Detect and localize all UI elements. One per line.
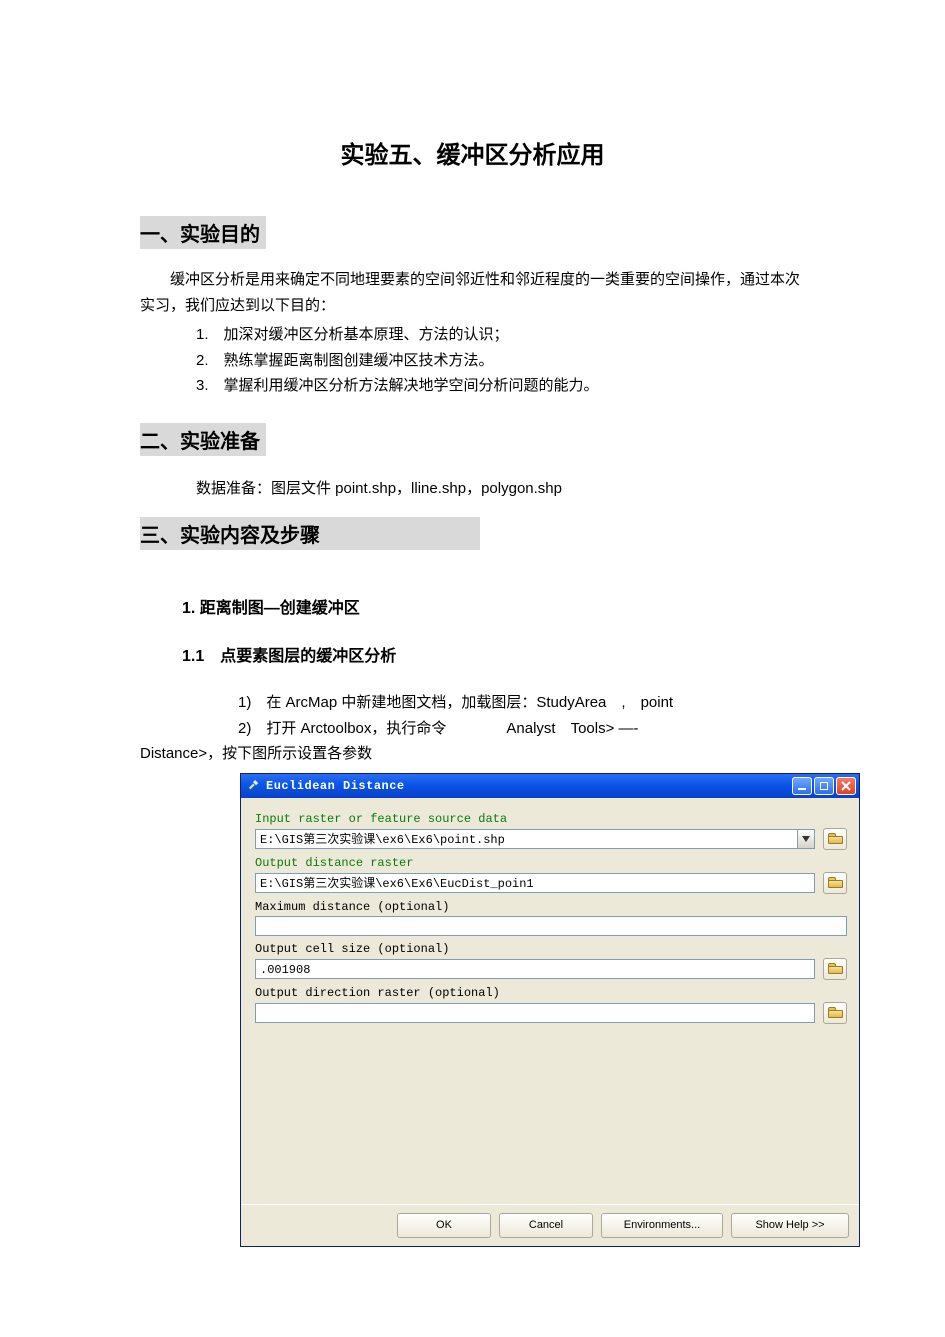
goals-list: 1. 加深对缓冲区分析基本原理、方法的认识； 2. 熟练掌握距离制图创建缓冲区技… [140, 322, 805, 399]
list-item: 3. 掌握利用缓冲区分析方法解决地学空间分析问题的能力。 [196, 373, 805, 399]
steps-block: 1) 在 ArcMap 中新建地图文档，加载图层：StudyArea , poi… [140, 690, 805, 767]
browse-output-direction-button[interactable] [823, 1002, 847, 1024]
page-title: 实验五、缓冲区分析应用 [140, 135, 805, 170]
cell-size-field[interactable]: .001908 [255, 959, 815, 979]
step-item: Distance>，按下图所示设置各参数 [140, 741, 805, 767]
browse-cell-size-button[interactable] [823, 958, 847, 980]
dialog-titlebar[interactable]: Euclidean Distance [241, 774, 859, 798]
label-output-distance: Output distance raster [255, 856, 847, 870]
label-output-direction: Output direction raster (optional) [255, 986, 847, 1000]
intro-paragraph: 缓冲区分析是用来确定不同地理要素的空间邻近性和邻近程度的一类重要的空间操作，通过… [140, 267, 805, 318]
subheading-1-1: 1.1 点要素图层的缓冲区分析 [182, 642, 805, 666]
folder-icon [828, 877, 843, 888]
label-input-raster: Input raster or feature source data [255, 812, 847, 826]
dialog-footer: OK Cancel Environments... Show Help >> [241, 1204, 859, 1246]
ok-button[interactable]: OK [397, 1213, 491, 1238]
folder-icon [828, 963, 843, 974]
dialog-title: Euclidean Distance [266, 779, 405, 793]
section-heading-1: 一、实验目的 [140, 216, 266, 249]
folder-icon [828, 1007, 843, 1018]
label-cell-size: Output cell size (optional) [255, 942, 847, 956]
section-heading-3: 三、实验内容及步骤 [140, 517, 480, 550]
output-direction-field[interactable] [255, 1003, 815, 1023]
step-item: 2) 打开 Arctoolbox，执行命令 Analyst Tools> —- [140, 716, 805, 742]
step-item: 1) 在 ArcMap 中新建地图文档，加载图层：StudyArea , poi… [140, 690, 805, 716]
close-button[interactable] [836, 777, 856, 795]
max-distance-field[interactable] [255, 916, 847, 936]
dialog-frame: Euclidean Distance Input raster or featu… [240, 773, 860, 1247]
folder-icon [828, 833, 843, 844]
prep-paragraph: 数据准备：图层文件 point.shp，lline.shp，polygon.sh… [140, 476, 805, 502]
label-max-distance: Maximum distance (optional) [255, 900, 847, 914]
list-item: 2. 熟练掌握距离制图创建缓冲区技术方法。 [196, 348, 805, 374]
input-raster-field[interactable]: E:\GIS第三次实验课\ex6\Ex6\point.shp [255, 829, 798, 849]
hammer-icon [247, 779, 261, 793]
browse-output-distance-button[interactable] [823, 872, 847, 894]
subheading-1: 1. 距离制图—创建缓冲区 [182, 594, 805, 618]
show-help-button[interactable]: Show Help >> [731, 1213, 849, 1238]
section-heading-2: 二、实验准备 [140, 423, 266, 456]
cancel-button[interactable]: Cancel [499, 1213, 593, 1238]
minimize-button[interactable] [792, 777, 812, 795]
list-item: 1. 加深对缓冲区分析基本原理、方法的认识； [196, 322, 805, 348]
maximize-button[interactable] [814, 777, 834, 795]
output-distance-field[interactable]: E:\GIS第三次实验课\ex6\Ex6\EucDist_poin1 [255, 873, 815, 893]
input-raster-dropdown[interactable] [797, 829, 815, 849]
document-page: 实验五、缓冲区分析应用 一、实验目的 缓冲区分析是用来确定不同地理要素的空间邻近… [0, 0, 945, 1287]
environments-button[interactable]: Environments... [601, 1213, 723, 1238]
browse-input-button[interactable] [823, 828, 847, 850]
dialog-euclidean-distance: Euclidean Distance Input raster or featu… [240, 773, 860, 1247]
dialog-body: Input raster or feature source data E:\G… [241, 798, 859, 1204]
